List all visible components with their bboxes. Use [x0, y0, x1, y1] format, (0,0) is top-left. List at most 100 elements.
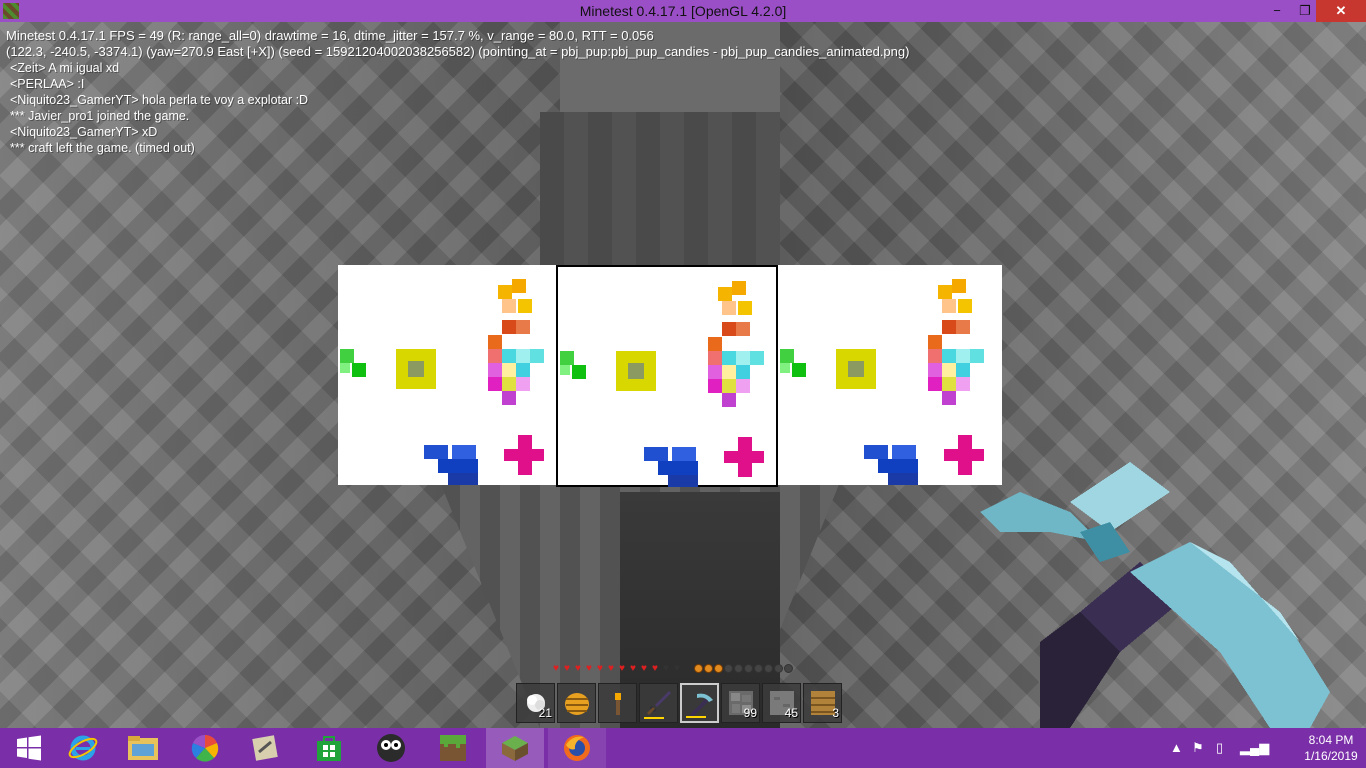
candy-pixel	[438, 459, 478, 473]
candy-pixel	[732, 281, 746, 295]
candy-pixel	[572, 365, 586, 379]
grass-block-icon	[440, 735, 466, 761]
candy-pixel	[970, 349, 984, 363]
candy-pixel	[928, 363, 942, 377]
close-button[interactable]: ✕	[1316, 0, 1366, 22]
candy-pixel	[644, 447, 668, 461]
candy-pixel	[448, 473, 478, 485]
hotbar-slot[interactable]	[639, 683, 678, 723]
taskbar-store[interactable]	[300, 728, 358, 768]
item-count: 3	[832, 706, 839, 720]
chat-line: <Niquito23_GamerYT> xD	[10, 125, 158, 139]
candy-pixel	[942, 377, 956, 391]
clock-date: 1/16/2019	[1304, 749, 1358, 763]
hunger-icon	[764, 664, 773, 673]
sword-icon	[646, 691, 671, 716]
hotbar-slot[interactable]	[680, 683, 719, 723]
game-viewport[interactable]: Minetest 0.4.17.1 FPS = 49 (R: range_all…	[0, 22, 1366, 728]
heart-icon: ♥	[641, 663, 647, 674]
torch-icon	[615, 693, 621, 715]
candy-pixel	[488, 377, 502, 391]
pickaxe-icon	[689, 693, 713, 718]
candy-block[interactable]	[338, 265, 556, 485]
candy-pixel	[722, 393, 736, 407]
candy-pixel	[722, 365, 736, 379]
taskbar-minetest[interactable]	[486, 728, 544, 768]
candy-pixel	[560, 365, 570, 375]
windows-taskbar: ▲ ⚑ ▯ ▂▄▆ 🔈︎ 8:04 PM 1/16/2019	[0, 728, 1366, 768]
candy-pixel	[708, 337, 722, 351]
candy-pixel	[424, 445, 448, 459]
taskbar-clock[interactable]: 8:04 PM 1/16/2019	[1298, 732, 1364, 764]
tray-show-hidden-icon[interactable]: ▲	[1170, 728, 1183, 768]
candy-pixel	[942, 363, 956, 377]
folder-icon	[128, 736, 158, 760]
heart-icon: ♥	[674, 663, 680, 674]
item-count: 45	[784, 706, 798, 720]
hotbar-slot[interactable]: 99	[721, 683, 760, 723]
candy-pixel	[928, 377, 942, 391]
candy-pixel	[956, 349, 970, 363]
hotbar[interactable]: 21 99 45 3	[516, 683, 842, 723]
chat-line: <Zeit> A mi igual xd	[10, 61, 120, 75]
hotbar-slot[interactable]: 21	[516, 683, 555, 723]
candy-pixel	[722, 351, 736, 365]
hunger-icon	[774, 664, 783, 673]
item-count: 21	[538, 706, 552, 720]
candy-pixel	[938, 285, 952, 299]
candy-block[interactable]	[778, 265, 1002, 485]
candy-pixel	[888, 473, 918, 485]
heart-icon: ♥	[663, 663, 669, 674]
chat-line: *** Javier_pro1 joined the game.	[10, 109, 190, 123]
candy-pixel	[736, 379, 750, 393]
tray-battery-icon[interactable]: ▯	[1216, 728, 1223, 768]
candy-pixel	[952, 279, 966, 293]
heart-icon: ♥	[630, 663, 636, 674]
hotbar-slot[interactable]	[598, 683, 637, 723]
candy-pixel	[738, 463, 752, 477]
candy-pixel	[340, 363, 350, 373]
penguin-app-icon	[377, 734, 405, 762]
candy-pixel	[718, 287, 732, 301]
taskbar-internet-explorer[interactable]	[54, 728, 112, 768]
candy-pixel	[352, 363, 366, 377]
hotbar-slot[interactable]: 3	[803, 683, 842, 723]
candy-pixel	[792, 363, 806, 377]
candy-pixel	[518, 435, 532, 449]
taskbar-file-explorer[interactable]	[114, 728, 172, 768]
window-title: Minetest 0.4.17.1 [OpenGL 4.2.0]	[579, 3, 787, 19]
candy-pixel	[502, 391, 516, 405]
hotbar-slot[interactable]	[557, 683, 596, 723]
minimize-button[interactable]: −	[1262, 0, 1292, 22]
candy-pixel	[512, 279, 526, 293]
item-count: 99	[743, 706, 757, 720]
heart-icon: ♥	[586, 663, 592, 674]
candy-pixel	[736, 322, 750, 336]
candy-pixel	[722, 322, 736, 336]
held-pickaxe-icon	[980, 462, 1330, 728]
hotbar-slot[interactable]: 45	[762, 683, 801, 723]
chat-log: <Zeit> A mi igual xd <PERLAA> :I <Niquit…	[10, 60, 308, 156]
candy-pixel	[942, 349, 956, 363]
candy-pixel	[956, 377, 970, 391]
taskbar-minecraft[interactable]	[424, 728, 482, 768]
internet-explorer-icon	[68, 735, 98, 761]
taskbar-game-app[interactable]	[362, 728, 420, 768]
tray-flag-icon[interactable]: ⚑	[1192, 728, 1204, 768]
candy-pixel	[708, 379, 722, 393]
candy-pixel	[408, 361, 424, 377]
candy-pixel	[780, 363, 790, 373]
candy-pixel	[658, 461, 698, 475]
candy-pixel	[956, 320, 970, 334]
candy-block-selected[interactable]	[556, 265, 778, 487]
candy-pixel	[502, 363, 516, 377]
window-titlebar: Minetest 0.4.17.1 [OpenGL 4.2.0] − ❐ ✕	[0, 0, 1366, 22]
taskbar-picasa[interactable]	[176, 728, 234, 768]
candy-pixel	[452, 445, 476, 459]
tray-volume-icon[interactable]: 🔈︎	[1264, 728, 1272, 768]
taskbar-tool[interactable]	[236, 728, 294, 768]
chat-line: *** craft left the game. (timed out)	[10, 141, 195, 155]
taskbar-firefox[interactable]	[548, 728, 606, 768]
candy-pixel	[488, 363, 502, 377]
start-button[interactable]	[0, 728, 58, 768]
